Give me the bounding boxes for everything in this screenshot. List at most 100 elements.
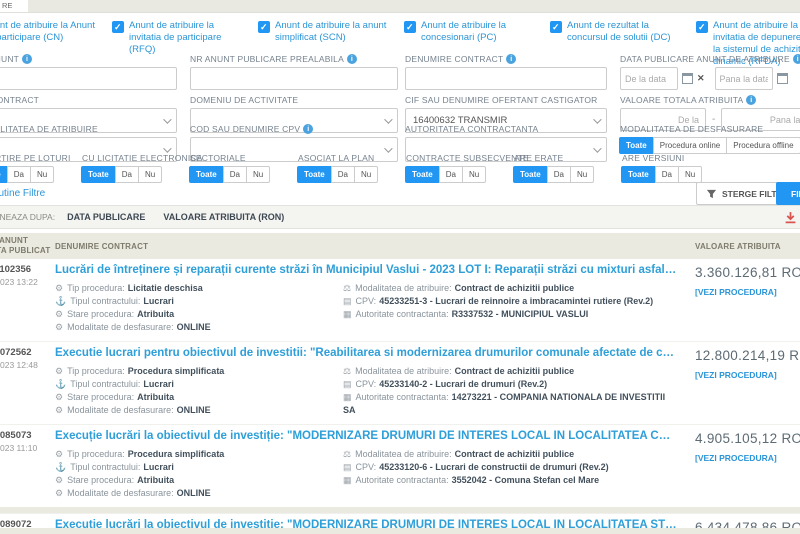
info-icon[interactable] [22, 54, 32, 64]
info-icon[interactable] [347, 54, 357, 64]
toggle-toate[interactable]: Toate [619, 137, 654, 154]
detail-value: 45233120-6 - Lucrari de constructii de d… [379, 462, 608, 472]
toggle-toate[interactable]: Toate [405, 166, 440, 183]
checkbox-checked-icon[interactable] [696, 21, 708, 33]
filter-label: CIF SAU DENUMIRE OFERTANT CASTIGATOR [405, 95, 607, 105]
detail-value: Contract de achizitii publice [455, 283, 575, 293]
toggle-toate[interactable]: Toate [189, 166, 224, 183]
header-denumire-contract: DENUMIRE CONTRACT [55, 242, 695, 251]
info-icon[interactable] [506, 54, 516, 64]
toggle-nu[interactable]: Nu [30, 166, 54, 183]
toggle-toate[interactable]: Toate [621, 166, 656, 183]
notice-date: 023 11:10 [0, 443, 55, 453]
checkbox-checked-icon[interactable] [404, 21, 416, 33]
calendar-icon[interactable] [682, 73, 693, 84]
toggle-nu[interactable]: Nu [570, 166, 594, 183]
details-left: ⚙Tip procedura:Procedura simplificata⚓Ti… [55, 365, 343, 417]
nr-anunt-prealabila-input[interactable] [190, 67, 398, 90]
notice-number-cell: CAN1072562 023 12:48 [0, 347, 55, 417]
notice-type-label: Anunt de atribuire la invitatia de parti… [129, 20, 246, 56]
detail-value: 3552042 - Comuna Stefan cel Mare [452, 475, 600, 485]
filter-label: COD SAU DENUMIRE CPV [190, 124, 398, 134]
filter-label-text: ARE ERATE [514, 153, 563, 163]
detail-line: ⚖Modalitatea de atribuire:Contract de ac… [343, 365, 673, 378]
toggle-nu[interactable]: Nu [246, 166, 270, 183]
date-to-input[interactable] [715, 67, 773, 90]
toggle-toate[interactable]: Toate [297, 166, 332, 183]
toggle-procedura-offline[interactable]: Procedura offline [726, 137, 800, 154]
toggle-nu[interactable]: Nu [138, 166, 162, 183]
detail-line: ▦Autoritate contractanta:R3337532 - MUNI… [343, 308, 673, 321]
info-icon[interactable] [793, 54, 800, 64]
info-icon[interactable] [746, 95, 756, 105]
detail-label: Tip procedura: [67, 449, 125, 459]
gear-icon: ⚙ [55, 309, 63, 319]
toggle-da[interactable]: Da [223, 166, 247, 183]
value-cell: 4.905.105,12 RON [VEZI PROCEDURA] [695, 430, 800, 500]
filter-label-text: DATA PUBLICARE ANUNT DE ATRIBUIRE [620, 54, 790, 64]
checkbox-checked-icon[interactable] [550, 21, 562, 33]
contract-title-link[interactable]: Executie lucrari pentru obiectivul de in… [55, 347, 677, 359]
less-filters-link[interactable]: Mai putine Filtre [0, 188, 45, 199]
denumire-contract-input[interactable] [405, 67, 607, 90]
contract-title-link[interactable]: Lucrări de întreținere și reparații cure… [55, 264, 677, 276]
detail-value: Atribuita [137, 475, 174, 485]
toggle-da[interactable]: Da [655, 166, 679, 183]
filter-label-text: VALOARE TOTALA ATRIBUITA [620, 95, 743, 105]
clear-date-icon[interactable]: ✕ [697, 73, 705, 84]
toggle-toate[interactable]: Toate [81, 166, 116, 183]
nr-anunt-input[interactable] [0, 67, 177, 90]
detail-line: ⚖Modalitatea de atribuire:Contract de ac… [343, 282, 673, 295]
sort-by-label: ORDONEAZA DUPA: [0, 212, 55, 222]
toggle-nu[interactable]: Nu [678, 166, 702, 183]
contract-cell: Lucrări de întreținere și reparații cure… [55, 264, 695, 334]
view-procedure-link[interactable]: [VEZI PROCEDURA] [695, 287, 800, 297]
toggle-toate[interactable]: Toate [513, 166, 548, 183]
filter-toggle-group: ARE VERSIUNI Toate Da Nu [622, 153, 730, 183]
checkbox-checked-icon[interactable] [112, 21, 124, 33]
detail-value: Lucrari [143, 462, 174, 472]
anchor-icon: ⚓ [55, 379, 66, 389]
toggle-da[interactable]: Da [115, 166, 139, 183]
filter-toggle-group: IMPARTIRE PE LOTURI Toate Da Nu [0, 153, 82, 183]
view-procedure-link[interactable]: [VEZI PROCEDURA] [695, 453, 800, 463]
notice-id[interactable]: CAN1102356 [0, 264, 55, 275]
filter-toggle-group: CU LICITATIE ELECTRONICA Toate Da Nu [82, 153, 190, 183]
checkbox-checked-icon[interactable] [258, 21, 270, 33]
toggle-nu[interactable]: Nu [462, 166, 486, 183]
toggle-da[interactable]: Da [439, 166, 463, 183]
gear-icon: ⚙ [55, 366, 63, 376]
cpv-icon: ▤ [343, 462, 352, 472]
detail-label: Tipul contractului: [70, 462, 140, 472]
info-icon[interactable] [303, 124, 313, 134]
filter-label-text: DENUMIRE CONTRACT [405, 54, 503, 64]
toggle-da[interactable]: Da [547, 166, 571, 183]
tab-anunt-de-atribuire[interactable]: RE [0, 0, 28, 12]
sort-option-valoare-atribuita[interactable]: VALOARE ATRIBUITA (RON) [163, 212, 284, 222]
detail-line: ⚙Stare procedura:Atribuita [55, 474, 343, 487]
detail-line: ⚙Tip procedura:Licitatie deschisa [55, 282, 343, 295]
filter-label: MODALITATEA DE ATRIBUIRE [0, 124, 177, 134]
calendar-icon[interactable] [777, 73, 788, 84]
detail-value: Procedura simplificata [128, 449, 225, 459]
contract-details: ⚙Tip procedura:Procedura simplificata⚓Ti… [55, 365, 695, 417]
toggle-procedura-online[interactable]: Procedura online [653, 137, 727, 154]
notice-id[interactable]: CAN1085073 [0, 430, 55, 441]
notice-type-label: Anunt de atribuire la anunt simplificat … [275, 20, 392, 44]
toggle-da[interactable]: Da [331, 166, 355, 183]
notice-id[interactable]: CAN1072562 [0, 347, 55, 358]
gear-icon: ⚙ [55, 392, 63, 402]
detail-value: Lucrari [143, 296, 174, 306]
toggle-da[interactable]: Da [7, 166, 31, 183]
filter-label-text: ASOCIAT LA PLAN [298, 153, 374, 163]
notice-type-label: Anunt de atribuire la Anunt de participa… [0, 20, 100, 44]
sort-option-data-publicare[interactable]: DATA PUBLICARE [67, 212, 145, 222]
view-procedure-link[interactable]: [VEZI PROCEDURA] [695, 370, 800, 380]
filter-label-text: IMPARTIRE PE LOTURI [0, 153, 71, 163]
contract-title-link[interactable]: Execuție lucrări la obiectivul de invest… [55, 430, 677, 442]
apply-filters-button[interactable]: FILTREAZA [776, 182, 800, 205]
filter-toggle-group: ASOCIAT LA PLAN Toate Da Nu [298, 153, 406, 183]
export-download-icon[interactable] [784, 211, 797, 229]
toggle-nu[interactable]: Nu [354, 166, 378, 183]
date-from-input[interactable] [620, 67, 678, 90]
